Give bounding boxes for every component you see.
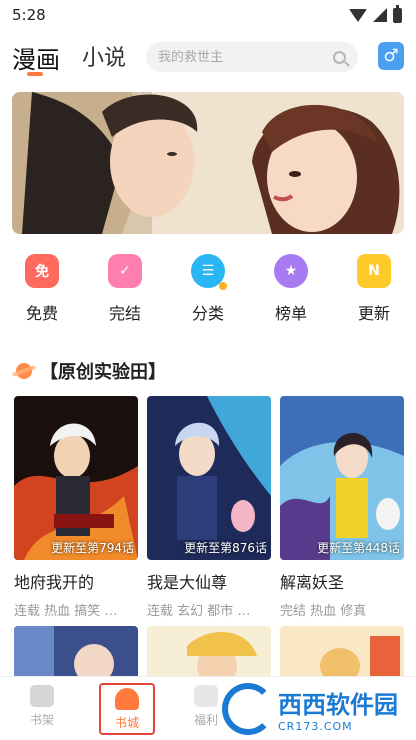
bottom-nav-bookstore[interactable]: 书城 bbox=[99, 683, 155, 735]
male-icon: ♂ bbox=[383, 46, 399, 66]
search-bar[interactable] bbox=[146, 42, 358, 72]
nav-ranking-label: 榜单 bbox=[274, 304, 307, 323]
category-icon: ☰ bbox=[191, 254, 227, 290]
comic-couple-illustration bbox=[12, 92, 404, 234]
cover-art-row2-3 bbox=[280, 626, 404, 676]
chapter-badge: 更新至第876话 bbox=[184, 541, 267, 555]
completed-icon-glyph: ✓ bbox=[119, 263, 131, 279]
search-icon[interactable] bbox=[333, 50, 346, 64]
cover-art-row2-1 bbox=[14, 626, 138, 676]
wifi-icon bbox=[349, 8, 367, 22]
comic-title[interactable]: 地府我开的 bbox=[14, 569, 138, 593]
signal-icon bbox=[373, 8, 387, 22]
gift-icon bbox=[194, 685, 218, 707]
tab-comic[interactable]: 漫画 bbox=[12, 40, 60, 75]
status-bar: 5:28 bbox=[0, 0, 416, 30]
nav-free[interactable]: 免 免费 bbox=[20, 254, 64, 334]
nav-completed[interactable]: ✓ 完结 bbox=[103, 254, 147, 334]
tab-novel[interactable]: 小说 bbox=[82, 40, 126, 72]
header: 漫画 小说 ♂ bbox=[0, 30, 416, 82]
watermark-logo-icon bbox=[222, 683, 274, 735]
bottom-nav-bookshelf-label: 书架 bbox=[29, 713, 54, 727]
comic-cover[interactable]: 更新至第794话 bbox=[14, 396, 138, 560]
comic-card[interactable]: 更新至第794话 地府我开的 连载 热血 搞笑 … bbox=[14, 396, 138, 619]
banner-carousel[interactable] bbox=[12, 92, 404, 234]
nav-update-label: 更新 bbox=[357, 304, 390, 323]
comic-tags: 连载 玄幻 都市 … bbox=[147, 604, 251, 619]
nav-category-label: 分类 bbox=[191, 304, 224, 323]
bookstore-icon bbox=[115, 688, 139, 710]
chapter-badge: 更新至第448话 bbox=[317, 541, 400, 555]
chapter-badge: 更新至第794话 bbox=[51, 541, 134, 555]
comic-card[interactable]: 更新至第448话 解离妖圣 完结 热血 修真 bbox=[280, 396, 404, 619]
cover-art-demon bbox=[280, 396, 404, 560]
comic-title[interactable]: 我是大仙尊 bbox=[147, 569, 271, 593]
completed-icon: ✓ bbox=[108, 254, 142, 288]
comic-cover[interactable] bbox=[280, 626, 404, 676]
bottom-nav-bookshelf[interactable]: 书架 bbox=[12, 685, 72, 728]
cover-art-immortal bbox=[147, 396, 271, 560]
free-icon-glyph: 免 bbox=[35, 264, 49, 280]
comic-card[interactable]: 更新至第876话 我是大仙尊 连载 玄幻 都市 … bbox=[147, 396, 271, 619]
update-icon: N bbox=[357, 254, 391, 288]
nav-completed-label: 完结 bbox=[108, 304, 141, 323]
cover-art-hell bbox=[14, 396, 138, 560]
planet-icon bbox=[16, 363, 32, 379]
comic-tags: 连载 热血 搞笑 … bbox=[14, 604, 118, 619]
watermark-text: 西西软件园 CR173.COM bbox=[278, 685, 398, 733]
comic-tags: 完结 热血 修真 bbox=[280, 604, 367, 619]
bottom-nav-welfare-label: 福利 bbox=[193, 713, 218, 727]
status-icons bbox=[349, 4, 402, 23]
bookshelf-icon bbox=[30, 685, 54, 707]
status-time: 5:28 bbox=[12, 6, 46, 24]
nav-ranking[interactable]: ★ 榜单 bbox=[269, 254, 313, 334]
comic-cover[interactable]: 更新至第448话 bbox=[280, 396, 404, 560]
category-nav: 免 免费 ✓ 完结 ☰ 分类 ★ 榜单 N 更新 bbox=[0, 254, 416, 334]
comic-grid: 更新至第794话 地府我开的 连载 热血 搞笑 … 更新至第876话 我是大仙尊… bbox=[14, 396, 404, 619]
section-title: 【原创实验田】 bbox=[40, 362, 166, 383]
notification-dot bbox=[219, 282, 227, 290]
comic-grid-row-2 bbox=[14, 626, 404, 676]
nav-category[interactable]: ☰ 分类 bbox=[186, 254, 230, 334]
free-icon: 免 bbox=[25, 254, 59, 288]
ranking-icon: ★ bbox=[274, 254, 308, 288]
watermark: 西西软件园 CR173.COM bbox=[222, 683, 408, 735]
search-input[interactable] bbox=[158, 49, 318, 65]
category-icon-glyph: ☰ bbox=[201, 263, 215, 279]
nav-update[interactable]: N 更新 bbox=[352, 254, 396, 334]
active-tab-indicator bbox=[27, 72, 43, 76]
comic-cover[interactable] bbox=[147, 626, 271, 676]
battery-icon bbox=[393, 4, 402, 23]
watermark-main: 西西软件园 bbox=[278, 691, 398, 719]
gender-toggle-button[interactable]: ♂ bbox=[378, 42, 404, 70]
comic-cover[interactable] bbox=[14, 626, 138, 676]
comic-title[interactable]: 解离妖圣 bbox=[280, 569, 404, 593]
cover-art-row2-2 bbox=[147, 626, 271, 676]
section-header: 【原创实验田】 bbox=[16, 358, 166, 384]
comic-cover[interactable]: 更新至第876话 bbox=[147, 396, 271, 560]
bottom-nav-bookstore-label: 书城 bbox=[114, 716, 139, 730]
nav-free-label: 免费 bbox=[25, 304, 58, 323]
watermark-sub: CR173.COM bbox=[278, 720, 353, 733]
update-icon-glyph: N bbox=[368, 263, 380, 279]
ranking-icon-glyph: ★ bbox=[284, 263, 298, 279]
